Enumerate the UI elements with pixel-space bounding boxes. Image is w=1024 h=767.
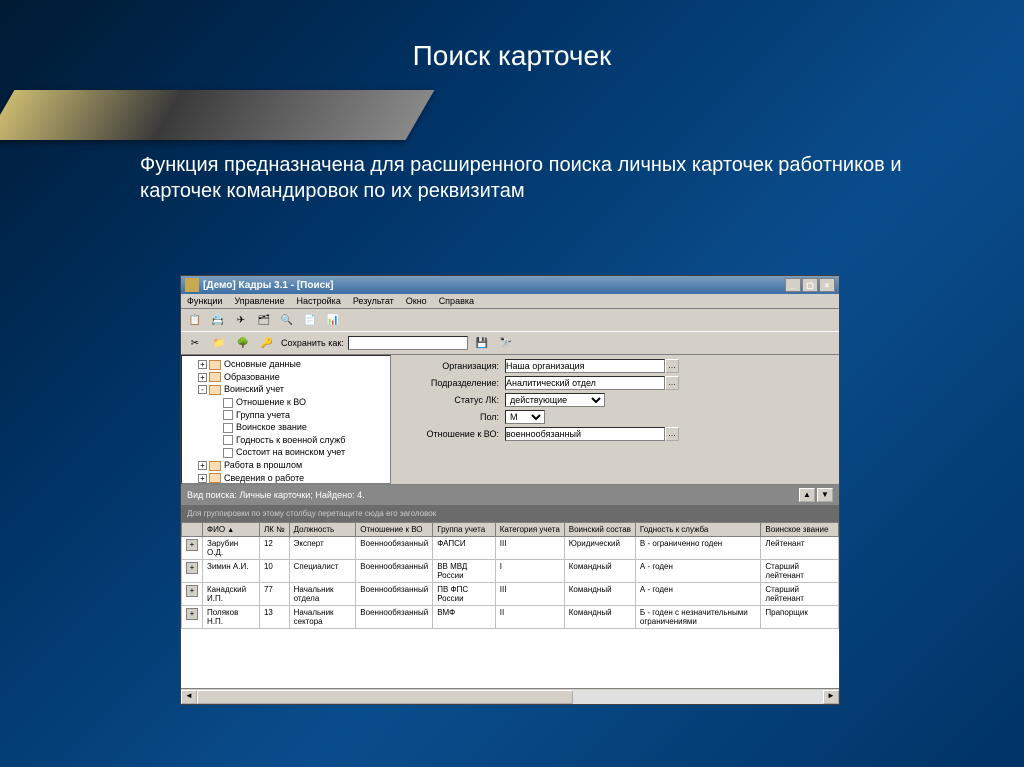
maximize-button[interactable]: ▢ bbox=[802, 278, 818, 292]
status-text: Вид поиска: Личные карточки; Найдено: 4. bbox=[187, 490, 365, 500]
relation-browse-button[interactable]: … bbox=[665, 427, 679, 441]
horizontal-scrollbar[interactable]: ◄ ► bbox=[181, 688, 839, 704]
column-header[interactable]: Годность к служба bbox=[635, 523, 760, 537]
tree-item[interactable]: +Сведения о работе bbox=[184, 472, 388, 484]
relation-input[interactable] bbox=[505, 427, 665, 441]
close-button[interactable]: × bbox=[819, 278, 835, 292]
tree-item[interactable]: Воинское звание bbox=[184, 421, 388, 434]
menubar: Функции Управление Настройка Результат О… bbox=[181, 294, 839, 309]
table-row[interactable]: +Поляков Н.П.13Начальник сектораВоеннооб… bbox=[182, 606, 839, 629]
toolbar-secondary: ✂ 📁 🌳 🔑 Сохранить как: 💾 🔭 bbox=[181, 332, 839, 355]
nav-down-button[interactable]: ▼ bbox=[817, 488, 833, 502]
dept-browse-button[interactable]: … bbox=[665, 376, 679, 390]
window-title: [Демо] Кадры 3.1 - [Поиск] bbox=[203, 280, 334, 291]
tree-item[interactable]: Годность к военной служб bbox=[184, 434, 388, 447]
relation-label: Отношение к ВО: bbox=[399, 429, 499, 439]
tree-item[interactable]: +Основные данные bbox=[184, 358, 388, 371]
column-header[interactable]: Группа учета bbox=[433, 523, 496, 537]
gender-label: Пол: bbox=[399, 412, 499, 422]
save-icon[interactable]: 💾 bbox=[472, 334, 492, 352]
tree-item[interactable]: Состоит на воинском учет bbox=[184, 446, 388, 459]
status-select[interactable]: действующие bbox=[505, 393, 605, 407]
tree-panel[interactable]: +Основные данные+Образование-Воинский уч… bbox=[181, 355, 391, 484]
tree-item[interactable]: Отношение к ВО bbox=[184, 396, 388, 409]
column-header[interactable] bbox=[182, 523, 203, 537]
tree-item[interactable]: +Образование bbox=[184, 371, 388, 384]
tree-item[interactable]: -Воинский учет bbox=[184, 383, 388, 396]
toolbar-btn-3[interactable]: ✈ bbox=[231, 311, 251, 329]
column-header[interactable]: Отношение к ВО bbox=[356, 523, 433, 537]
binoculars-icon[interactable]: 🔭 bbox=[496, 334, 516, 352]
menu-window[interactable]: Окно bbox=[406, 296, 427, 306]
toolbar-btn-7[interactable]: 📊 bbox=[323, 311, 343, 329]
save-as-label: Сохранить как: bbox=[281, 338, 344, 348]
dept-label: Подразделение: bbox=[399, 378, 499, 388]
column-header[interactable]: Категория учета bbox=[495, 523, 564, 537]
gender-select[interactable]: М bbox=[505, 410, 545, 424]
tree-item[interactable]: Группа учета bbox=[184, 409, 388, 422]
minimize-button[interactable]: _ bbox=[785, 278, 801, 292]
slide-accent bbox=[0, 90, 434, 140]
status-label: Статус ЛК: bbox=[399, 395, 499, 405]
column-header[interactable]: Должность bbox=[289, 523, 356, 537]
table-row[interactable]: +Канадский И.П.77Начальник отделаВоенноо… bbox=[182, 583, 839, 606]
menu-help[interactable]: Справка bbox=[439, 296, 474, 306]
column-header[interactable]: Воинский состав bbox=[564, 523, 635, 537]
toolbar-btn-1[interactable]: 📋 bbox=[185, 311, 205, 329]
toolbar-btn-2[interactable]: 📇 bbox=[208, 311, 228, 329]
results-grid[interactable]: ФИО ▲ЛК №ДолжностьОтношение к ВОГруппа у… bbox=[181, 522, 839, 688]
app-window: [Демо] Кадры 3.1 - [Поиск] _ ▢ × Функции… bbox=[180, 275, 840, 705]
nav-up-button[interactable]: ▲ bbox=[799, 488, 815, 502]
cut-icon[interactable]: ✂ bbox=[185, 334, 205, 352]
slide-title: Поиск карточек bbox=[0, 0, 1024, 72]
key-icon[interactable]: 🔑 bbox=[257, 334, 277, 352]
table-row[interactable]: +Зарубин О.Д.12ЭкспертВоеннообязанныйФАП… bbox=[182, 537, 839, 560]
menu-management[interactable]: Управление bbox=[234, 296, 284, 306]
column-header[interactable]: ФИО ▲ bbox=[203, 523, 260, 537]
menu-functions[interactable]: Функции bbox=[187, 296, 222, 306]
dept-input[interactable] bbox=[505, 376, 665, 390]
toolbar-btn-6[interactable]: 📄 bbox=[300, 311, 320, 329]
titlebar: [Демо] Кадры 3.1 - [Поиск] _ ▢ × bbox=[181, 276, 839, 294]
app-icon bbox=[185, 278, 199, 292]
save-as-input[interactable] bbox=[348, 336, 468, 350]
table-row[interactable]: +Зимин А.И.10СпециалистВоеннообязанныйВВ… bbox=[182, 560, 839, 583]
menu-result[interactable]: Результат bbox=[353, 296, 394, 306]
column-header[interactable]: ЛК № bbox=[259, 523, 289, 537]
toolbar-btn-5[interactable]: 🔍 bbox=[277, 311, 297, 329]
form-panel: Организация: … Подразделение: … Статус Л… bbox=[391, 355, 839, 484]
org-label: Организация: bbox=[399, 361, 499, 371]
org-browse-button[interactable]: … bbox=[665, 359, 679, 373]
folder-icon[interactable]: 📁 bbox=[209, 334, 229, 352]
toolbar-btn-4[interactable]: 🗂 bbox=[254, 311, 274, 329]
column-header[interactable]: Воинское звание bbox=[761, 523, 839, 537]
org-input[interactable] bbox=[505, 359, 665, 373]
scroll-right-button[interactable]: ► bbox=[823, 690, 839, 704]
slide-description: Функция предназначена для расширенного п… bbox=[140, 152, 954, 204]
toolbar-main: 📋 📇 ✈ 🗂 🔍 📄 📊 bbox=[181, 309, 839, 332]
tree-item[interactable]: +Работа в прошлом bbox=[184, 459, 388, 472]
tree-icon[interactable]: 🌳 bbox=[233, 334, 253, 352]
menu-settings[interactable]: Настройка bbox=[297, 296, 341, 306]
scroll-left-button[interactable]: ◄ bbox=[181, 690, 197, 704]
status-bar: Вид поиска: Личные карточки; Найдено: 4.… bbox=[181, 485, 839, 505]
group-by-bar[interactable]: Для группировки по этому столбцу перетащ… bbox=[181, 505, 839, 522]
